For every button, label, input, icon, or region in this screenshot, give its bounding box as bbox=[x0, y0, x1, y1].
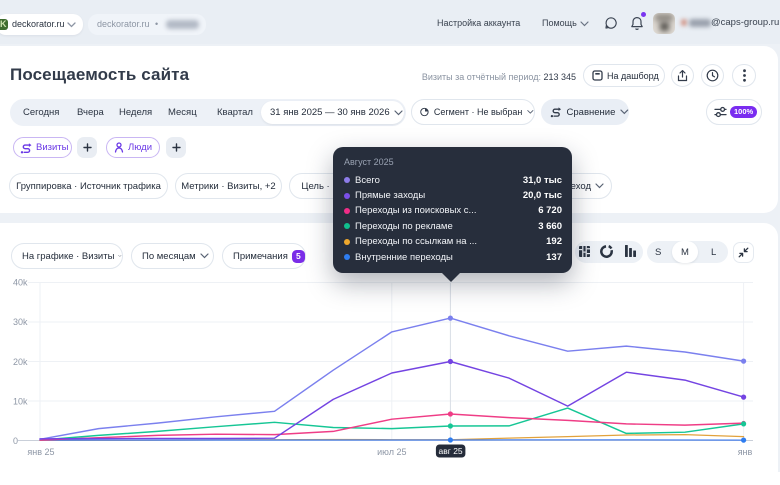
svg-text:30k: 30k bbox=[13, 317, 28, 327]
svg-text:янв: янв bbox=[738, 447, 753, 457]
svg-text:0: 0 bbox=[13, 436, 18, 446]
svg-text:янв 25: янв 25 bbox=[27, 447, 54, 457]
svg-text:10k: 10k bbox=[13, 397, 28, 407]
svg-text:20k: 20k bbox=[13, 357, 28, 367]
svg-text:авг 25: авг 25 bbox=[439, 446, 463, 456]
svg-text:40k: 40k bbox=[13, 278, 28, 288]
svg-text:июл 25: июл 25 bbox=[377, 447, 406, 457]
